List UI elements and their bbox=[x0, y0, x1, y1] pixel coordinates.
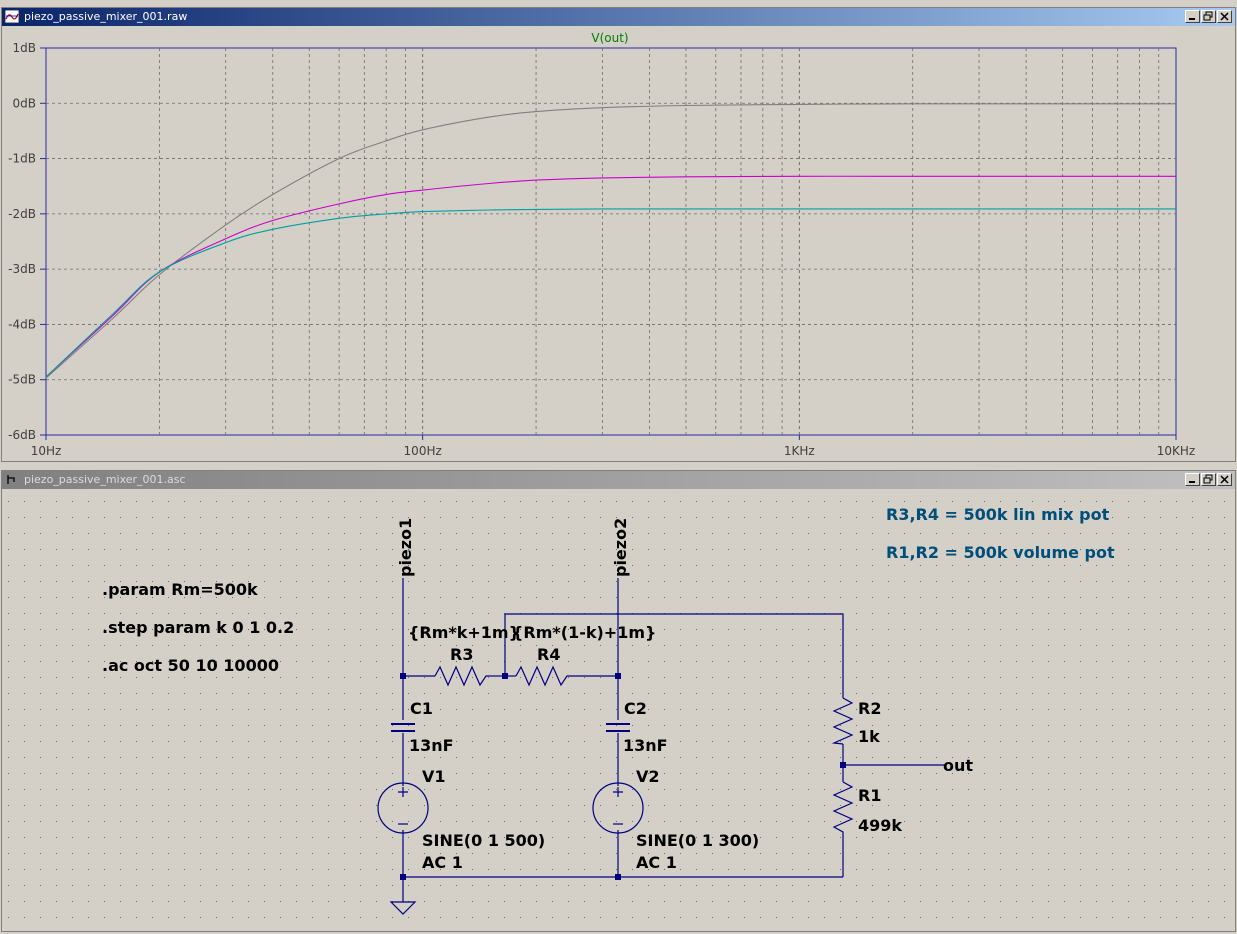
r1-value[interactable]: 499k bbox=[858, 816, 902, 835]
c2-value[interactable]: 13nF bbox=[623, 736, 668, 755]
v1-ac[interactable]: AC 1 bbox=[422, 853, 463, 872]
v2-value[interactable]: SINE(0 1 300) bbox=[636, 831, 759, 850]
c1-value[interactable]: 13nF bbox=[409, 736, 454, 755]
r3-name[interactable]: R3 bbox=[450, 645, 473, 664]
r4-value[interactable]: {Rm*(1-k)+1m} bbox=[512, 623, 656, 642]
note-volume-pot[interactable]: R1,R2 = 500k volume pot bbox=[886, 543, 1115, 562]
r3-value[interactable]: {Rm*k+1m} bbox=[408, 623, 520, 642]
directive-param[interactable]: .param Rm=500k bbox=[102, 580, 258, 599]
note-mix-pot[interactable]: R3,R4 = 500k lin mix pot bbox=[886, 505, 1110, 524]
r2-value[interactable]: 1k bbox=[858, 727, 880, 746]
r4-name[interactable]: R4 bbox=[537, 645, 560, 664]
v1-name[interactable]: V1 bbox=[422, 767, 446, 786]
v2-ac[interactable]: AC 1 bbox=[636, 853, 677, 872]
schematic-canvas[interactable]: piezo1 piezo2 out {Rm*k+1m} {Rm*(1-k)+1m… bbox=[0, 0, 1237, 934]
net-label-piezo2[interactable]: piezo2 bbox=[611, 518, 630, 577]
directive-ac[interactable]: .ac oct 50 10 10000 bbox=[102, 656, 279, 675]
v2-name[interactable]: V2 bbox=[636, 767, 660, 786]
directive-step[interactable]: .step param k 0 1 0.2 bbox=[102, 618, 294, 637]
net-label-out[interactable]: out bbox=[943, 756, 973, 775]
r2-name[interactable]: R2 bbox=[858, 699, 881, 718]
v1-value[interactable]: SINE(0 1 500) bbox=[422, 831, 545, 850]
net-label-piezo1[interactable]: piezo1 bbox=[396, 518, 415, 577]
c2-name[interactable]: C2 bbox=[624, 699, 647, 718]
r1-name[interactable]: R1 bbox=[858, 786, 881, 805]
c1-name[interactable]: C1 bbox=[410, 699, 433, 718]
